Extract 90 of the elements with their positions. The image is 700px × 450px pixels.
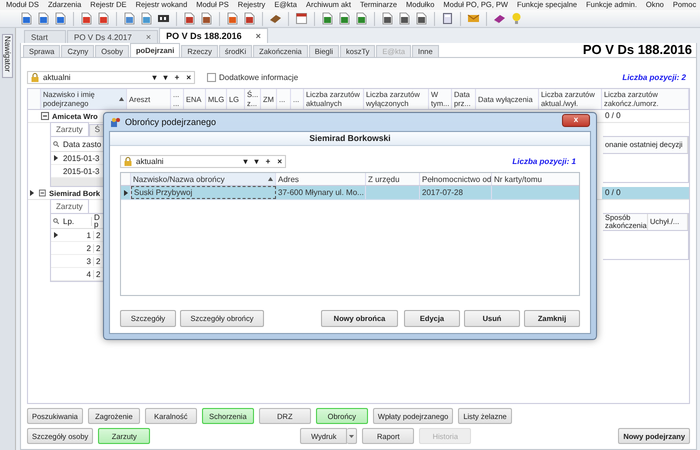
- sort-arrow-icon: [119, 97, 124, 101]
- document-icon[interactable]: [321, 12, 334, 25]
- document-tab[interactable]: Start: [24, 30, 66, 43]
- search-icon[interactable]: [53, 141, 59, 147]
- combo-control[interactable]: ▾: [244, 157, 248, 166]
- column-header[interactable]: Nazwisko/Nazwa obrońcy: [131, 173, 276, 185]
- table-cell: 4: [61, 270, 94, 278]
- combo-control[interactable]: ×: [277, 157, 282, 166]
- detail-tab[interactable]: Zarzuty: [50, 199, 89, 213]
- table-cell-text: 0 / 0: [604, 110, 622, 122]
- film-icon[interactable]: [157, 12, 170, 25]
- document-icon[interactable]: [200, 12, 213, 25]
- close-button[interactable]: x: [562, 114, 590, 126]
- people-icon: [110, 116, 121, 128]
- document-tab[interactable]: PO V Ds 4.2017 ×: [67, 30, 158, 43]
- item-count: Liczba pozycji: 2: [622, 72, 686, 82]
- collapse-icon[interactable]: [41, 112, 49, 120]
- document-icon[interactable]: [226, 12, 239, 25]
- column-header[interactable]: D p: [92, 214, 100, 228]
- row-pointer-icon: [54, 232, 58, 238]
- column-header[interactable]: Lp.: [61, 216, 92, 226]
- navigator-tab[interactable]: Nawigator: [2, 34, 13, 78]
- collapse-icon[interactable]: [39, 189, 46, 197]
- column-header[interactable]: Nr karty/tomu: [492, 173, 579, 185]
- tab-label: Start: [31, 32, 48, 42]
- tab-label: PO V Ds 4.2017: [74, 32, 132, 42]
- table-cell-text: 2: [95, 270, 100, 278]
- dialog-title: Obrońcy podejrzanego: [125, 117, 216, 127]
- column-header[interactable]: Adres: [276, 173, 366, 185]
- table-cell: 2017-07-28: [420, 186, 492, 199]
- column-header[interactable]: Pełnomocnictwo od: [420, 173, 492, 185]
- document-icon[interactable]: [398, 12, 411, 25]
- document-icon[interactable]: [243, 12, 256, 25]
- lock-icon: [124, 157, 132, 166]
- document-icon[interactable]: [97, 12, 110, 25]
- row-pointer-icon: [124, 190, 128, 196]
- table-cell: Suski Przybywoj: [131, 186, 276, 199]
- close-icon[interactable]: ×: [146, 32, 152, 42]
- table-cell: 2: [61, 244, 94, 252]
- search-icon[interactable]: [53, 218, 59, 224]
- table-cell-text: 2: [95, 244, 100, 252]
- combo-control[interactable]: ×: [186, 72, 191, 82]
- envelope-icon[interactable]: [467, 12, 480, 25]
- table-cell-text: 2015-01-3: [62, 154, 100, 162]
- combo-control[interactable]: ▾: [254, 157, 259, 166]
- document-icon[interactable]: [183, 12, 196, 25]
- document-icon[interactable]: [54, 12, 67, 25]
- document-tab[interactable]: PO V Ds 188.2016 ×: [159, 28, 268, 43]
- book-icon[interactable]: [493, 12, 506, 25]
- tab-label: PO V Ds 188.2016: [166, 31, 242, 41]
- detail-tab[interactable]: Zarzuty: [50, 122, 89, 136]
- filter-combo[interactable]: aktualni ▾ ▾ + ×: [27, 70, 195, 84]
- table-cell-text: 2: [95, 230, 100, 240]
- table-cell: 37-600 Młynary ul. Mo...: [276, 186, 366, 199]
- row-pointer-icon: [54, 155, 58, 161]
- person-header: Siemirad Borkowski: [110, 132, 590, 146]
- close-icon[interactable]: ×: [256, 31, 261, 41]
- caret-icon: [349, 434, 354, 438]
- column-header[interactable]: Z urzędu: [366, 173, 420, 185]
- document-icon[interactable]: [355, 12, 368, 25]
- combo-control[interactable]: ▾: [164, 72, 168, 82]
- table-cell-text: 2015-01-3: [62, 166, 100, 176]
- combo-control[interactable]: ▾: [152, 72, 157, 82]
- calculator-icon[interactable]: [441, 12, 454, 25]
- document-icon[interactable]: [123, 12, 136, 25]
- document-icon[interactable]: [415, 12, 428, 25]
- case-title: PO V Ds 188.2016: [582, 43, 692, 57]
- document-icon[interactable]: [381, 12, 394, 25]
- table-cell: 1: [61, 230, 94, 240]
- filter-combo[interactable]: aktualni ▾ ▾ + ×: [120, 155, 286, 168]
- lightbulb-icon[interactable]: [510, 12, 523, 25]
- dropdown-button[interactable]: [347, 428, 358, 444]
- combo-control[interactable]: +: [266, 157, 270, 166]
- document-icon[interactable]: [80, 12, 93, 25]
- item-count: Liczba pozycji: 1: [512, 157, 576, 166]
- column-header[interactable]: Data zasto: [61, 140, 102, 148]
- table-cell: 3: [61, 256, 94, 266]
- document-icon[interactable]: [140, 12, 153, 25]
- table-row[interactable]: Suski Przybywoj 37-600 Młynary ul. Mo... 2017-07-28: [121, 186, 579, 200]
- checkbox-box[interactable]: [207, 72, 216, 82]
- document-icon[interactable]: [20, 12, 33, 25]
- table-cell: 0 / 0: [602, 187, 689, 199]
- calendar-icon[interactable]: [295, 12, 308, 25]
- lock-icon: [31, 72, 39, 82]
- book-icon[interactable]: [269, 12, 282, 25]
- combo-control[interactable]: +: [174, 72, 180, 82]
- sort-arrow-icon: [268, 177, 273, 181]
- table-cell-text: 2: [95, 256, 100, 266]
- document-icon[interactable]: [338, 12, 351, 25]
- document-icon[interactable]: [37, 12, 50, 25]
